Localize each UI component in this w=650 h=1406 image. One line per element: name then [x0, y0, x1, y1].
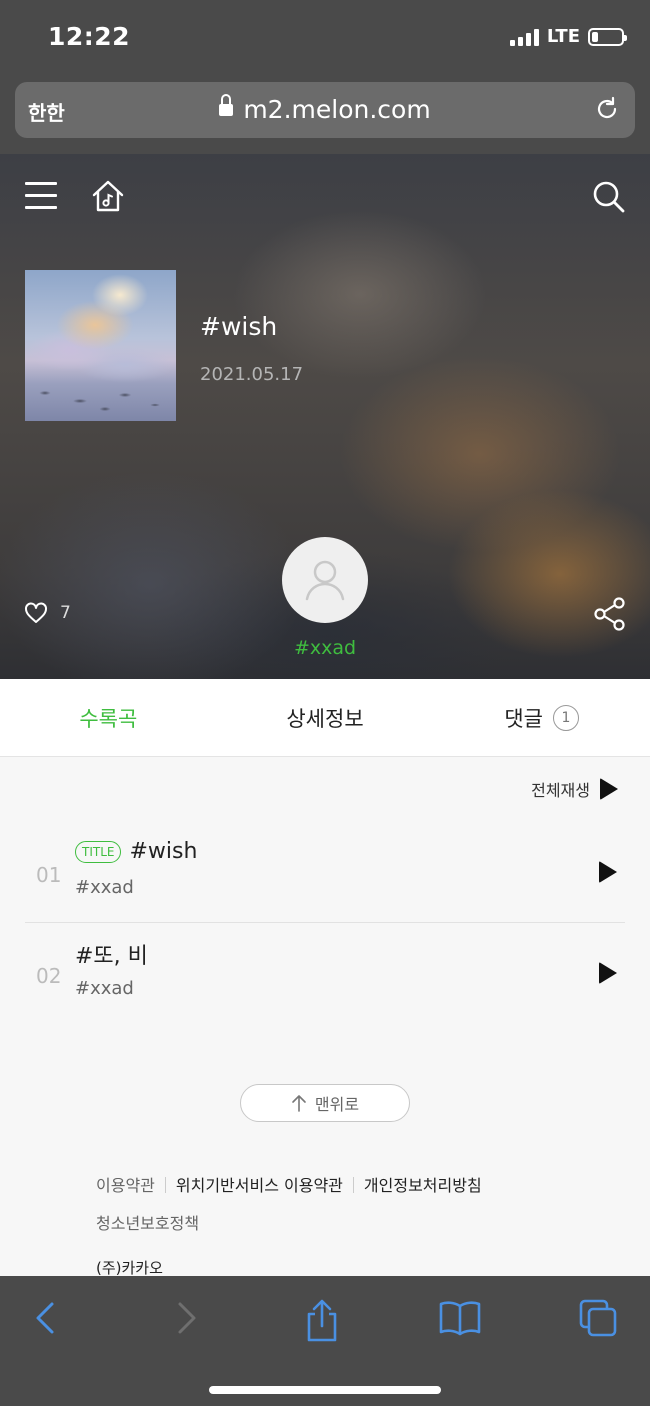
tab-tracks[interactable]: 수록곡: [0, 679, 217, 756]
play-all-label: 전체재생: [531, 781, 590, 800]
forward-icon[interactable]: [166, 1298, 206, 1338]
footer-link-youth-policy[interactable]: 청소년보호정책: [96, 1214, 199, 1233]
tab-details-label: 상세정보: [286, 706, 364, 731]
heart-icon: [25, 602, 47, 623]
status-time: 12:22: [48, 22, 131, 51]
track-number: 01: [36, 863, 62, 887]
track-artist[interactable]: #xxad: [75, 877, 134, 898]
artist-avatar[interactable]: [282, 537, 368, 623]
track-number: 02: [36, 964, 62, 988]
arrow-up-icon: [292, 1095, 306, 1112]
tabs-icon[interactable]: [578, 1298, 618, 1338]
address-bar[interactable]: 한한 m2.melon.com: [15, 82, 635, 138]
album-title: #wish: [200, 312, 278, 341]
footer-link-terms[interactable]: 이용약관: [96, 1176, 155, 1195]
tab-comments[interactable]: 댓글 1: [433, 679, 650, 756]
person-icon: [305, 560, 345, 601]
album-hero: #wish 2021.05.17 7 #xxad: [0, 154, 650, 679]
bookmarks-icon[interactable]: [438, 1298, 482, 1338]
tab-tracks-label: 수록곡: [79, 706, 138, 731]
title-track-badge: TITLE: [75, 840, 122, 863]
track-title[interactable]: #wish: [129, 839, 197, 864]
album-cover[interactable]: [25, 270, 176, 421]
search-icon[interactable]: [592, 180, 626, 214]
battery-fill: [592, 31, 598, 42]
back-to-top-label: 맨위로: [314, 1095, 360, 1114]
comment-count-badge: 1: [553, 704, 579, 731]
battery-icon: [588, 27, 627, 46]
album-tabs: 수록곡 상세정보 댓글 1: [0, 679, 650, 757]
track-play-icon[interactable]: [599, 962, 617, 984]
signal-icon: [509, 28, 539, 46]
track-list-section: 전체재생 01 TITLE #wish #xxad 02 #또, 비 #xxad…: [0, 757, 650, 1277]
track-artist[interactable]: #xxad: [75, 978, 134, 999]
footer-link-location-terms[interactable]: 위치기반서비스 이용약관: [176, 1176, 343, 1195]
home-indicator: [209, 1386, 441, 1394]
track-play-icon[interactable]: [599, 861, 617, 883]
browser-chrome-top: 12:22 LTE 한한 m2.melon.com: [0, 0, 650, 154]
artist-name[interactable]: #xxad: [0, 637, 650, 659]
reload-icon[interactable]: [593, 95, 621, 123]
play-icon: [600, 778, 618, 800]
company-name: (주)카카오: [96, 1259, 163, 1277]
track-row[interactable]: 02 #또, 비 #xxad: [25, 924, 625, 1024]
track-row[interactable]: 01 TITLE #wish #xxad: [25, 823, 625, 923]
footer-links: 이용약관 위치기반서비스 이용약관 개인정보처리방침 청소년보호정책: [96, 1167, 616, 1243]
back-to-top-button[interactable]: 맨위로: [240, 1084, 410, 1122]
share-sheet-icon[interactable]: [302, 1298, 342, 1344]
url-text: m2.melon.com: [243, 95, 431, 124]
lock-icon: [219, 94, 234, 119]
status-indicators: LTE: [509, 26, 627, 47]
home-icon[interactable]: [90, 178, 126, 214]
menu-icon[interactable]: [25, 182, 57, 210]
network-type: LTE: [546, 26, 580, 47]
back-icon[interactable]: [26, 1298, 66, 1338]
like-count: 7: [60, 603, 71, 623]
play-all-button[interactable]: 전체재생: [531, 777, 618, 801]
share-icon[interactable]: [594, 597, 626, 631]
tab-comments-label: 댓글: [504, 706, 543, 731]
tab-details[interactable]: 상세정보: [217, 679, 434, 756]
like-button[interactable]: 7: [24, 602, 71, 624]
album-release-date: 2021.05.17: [200, 364, 304, 385]
url-field[interactable]: m2.melon.com: [15, 94, 635, 124]
footer-link-privacy[interactable]: 개인정보처리방침: [364, 1176, 482, 1195]
track-title[interactable]: #또, 비: [75, 938, 148, 970]
browser-toolbar: [0, 1276, 650, 1406]
